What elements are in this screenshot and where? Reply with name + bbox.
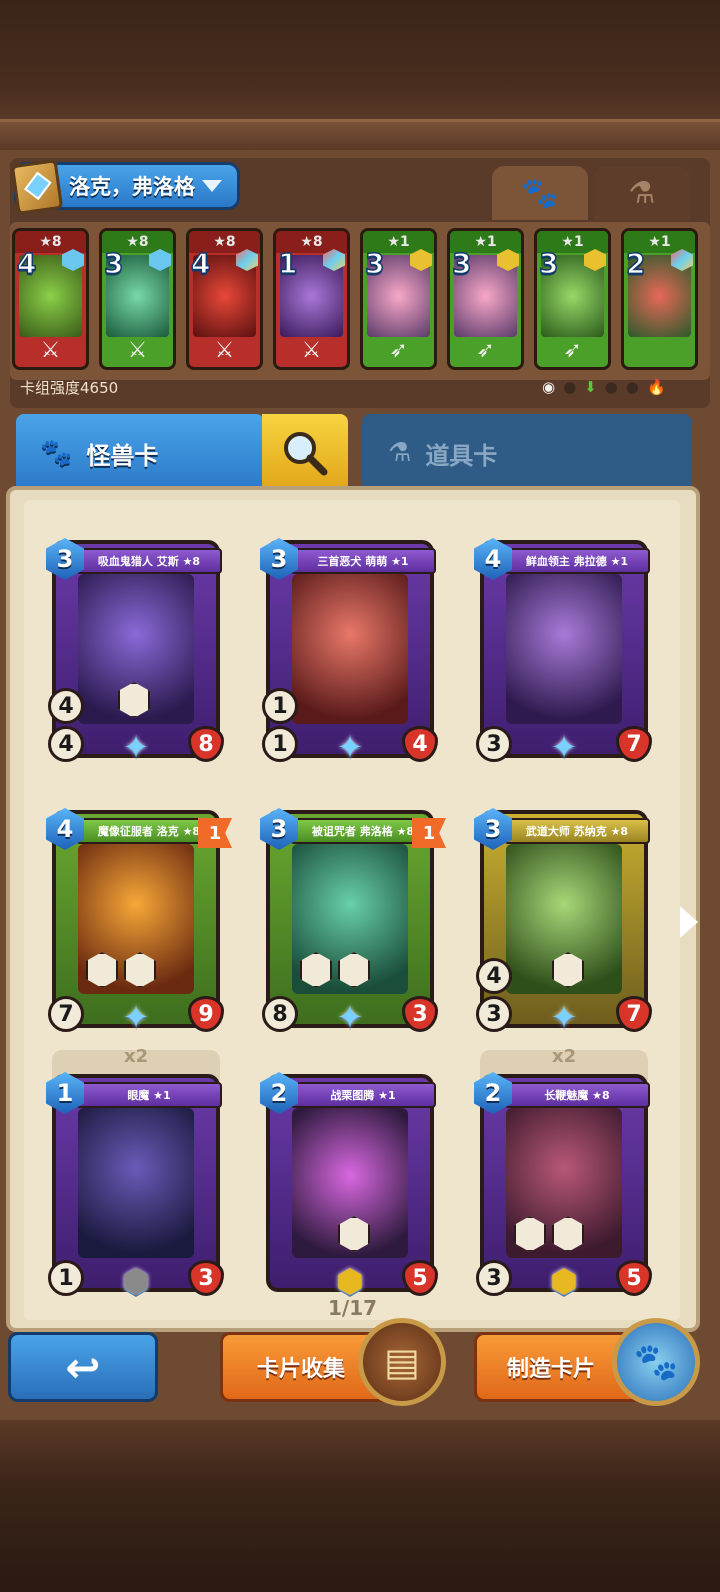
deck-filters: ◉ ● ⬇ ● ● 🔥 xyxy=(542,378,666,396)
attack-stat: 4 xyxy=(48,726,84,762)
speed-stat: 4 xyxy=(476,958,512,994)
card-art xyxy=(506,574,622,724)
deck-card[interactable]: ★1 3 ➶ xyxy=(447,228,524,370)
card-book-icon[interactable]: ▤ xyxy=(358,1318,446,1406)
attack-stat: 1 xyxy=(48,1260,84,1296)
monster-card[interactable]: 战栗图腾 ★1 2 5 ⬢ xyxy=(260,1072,438,1300)
card-art xyxy=(78,1108,194,1258)
tab-monster-deck[interactable]: 🐾 xyxy=(492,166,588,220)
attack-stat: 1 xyxy=(262,726,298,762)
card-count: x2 xyxy=(124,1046,149,1067)
attack-stat: 8 xyxy=(262,996,298,1032)
attack-stat: 3 xyxy=(476,726,512,762)
green-arrow-icon[interactable]: ⬇ xyxy=(584,378,597,396)
card-cost: 4 xyxy=(16,246,37,281)
deck-book-icon xyxy=(10,159,64,215)
bow-icon: ➶ xyxy=(476,338,495,363)
flask-icon: ⚗ xyxy=(628,175,656,211)
sword-icon: ⚔ xyxy=(214,338,235,363)
card-name: 三首恶犬 萌萌 ★1 xyxy=(290,548,436,574)
deck-card[interactable]: ★8 4 ⚔ xyxy=(12,228,89,370)
attack-stat: 7 xyxy=(48,996,84,1032)
sword-icon: ⚔ xyxy=(301,338,322,363)
bottom-wood-frame xyxy=(0,1420,720,1592)
wing-filter-icon[interactable]: ● xyxy=(626,378,639,396)
card-name: 吸血鬼猎人 艾斯 ★8 xyxy=(76,548,222,574)
sword-icon: ⚔ xyxy=(40,338,61,363)
card-cost: 4 xyxy=(190,246,211,281)
gold-gem-icon: ⬢ xyxy=(336,1262,364,1300)
top-wood-frame xyxy=(0,0,720,150)
sword-icon: ⚔ xyxy=(127,338,148,363)
monster-card[interactable]: 眼魔 ★1 1 1 3 ⬢ xyxy=(46,1072,224,1300)
page-indicator: 1/17 xyxy=(328,1296,378,1320)
card-cost: 3 xyxy=(451,246,472,281)
target-icon[interactable]: ◉ xyxy=(542,378,555,396)
card-cost: 3 xyxy=(103,246,124,281)
bow-icon: ➶ xyxy=(563,338,582,363)
collect-label: 卡片收集 xyxy=(257,1357,346,1382)
gold-gem-icon: ⬢ xyxy=(550,1262,578,1300)
deck-card[interactable]: ★8 3 ⚔ xyxy=(99,228,176,370)
next-page-arrow[interactable] xyxy=(680,906,698,938)
flask-icon: ⚗ xyxy=(388,438,412,468)
attack-stat: 3 xyxy=(476,1260,512,1296)
card-name: 武道大师 苏纳克 ★8 xyxy=(504,818,650,844)
card-name: 鲜血领主 弗拉德 ★1 xyxy=(504,548,650,574)
deck-card[interactable]: ★1 3 ➶ xyxy=(360,228,437,370)
card-cost: 3 xyxy=(538,246,559,281)
deck-name: 洛克，弗洛格 xyxy=(69,175,195,199)
card-cost: 1 xyxy=(277,246,298,281)
monster-card[interactable]: 吸血鬼猎人 艾斯 ★8 3 4 4 8 ✦ xyxy=(46,538,224,766)
deck-card[interactable]: ★1 2 xyxy=(621,228,698,370)
tab-item-cards[interactable]: ⚗ 道具卡 xyxy=(362,414,692,492)
monster-card[interactable]: 武道大师 苏纳克 ★8 3 4 3 7 ✦ xyxy=(474,808,652,1036)
card-count: x2 xyxy=(552,1046,577,1067)
tab-item-deck[interactable]: ⚗ xyxy=(594,166,690,220)
card-name: 战栗图腾 ★1 xyxy=(290,1082,436,1108)
back-button[interactable]: ↩ xyxy=(8,1332,158,1402)
attack-stat: 3 xyxy=(476,996,512,1032)
speed-stat: 1 xyxy=(262,688,298,724)
bow-icon: ➶ xyxy=(389,338,408,363)
star-gem-icon: ✦ xyxy=(336,998,364,1036)
paw-icon: 🐾 xyxy=(521,175,559,211)
speed-stat: 4 xyxy=(48,688,84,724)
chevron-down-icon[interactable] xyxy=(202,180,222,192)
star-gem-icon: ✦ xyxy=(550,728,578,766)
monster-card[interactable]: 长鞭魅魔 ★8 2 3 5 ⬢ xyxy=(474,1072,652,1300)
deck-card[interactable]: ★8 4 ⚔ xyxy=(186,228,263,370)
deck-strength: 卡组强度4650 xyxy=(20,379,119,397)
monster-card[interactable]: 三首恶犬 萌萌 ★1 3 1 1 4 ✦ xyxy=(260,538,438,766)
monster-card[interactable]: 被诅咒者 弗洛格 ★8 3 1 8 3 ✦ xyxy=(260,808,446,1036)
star-gem-icon: ✦ xyxy=(336,728,364,766)
card-name: 长鞭魅魔 ★8 xyxy=(504,1082,650,1108)
card-cost: 2 xyxy=(625,246,646,281)
deck-card[interactable]: ★1 3 ➶ xyxy=(534,228,611,370)
gray-gem-icon: ⬢ xyxy=(122,1262,150,1300)
star-gem-icon: ✦ xyxy=(550,998,578,1036)
monster-card[interactable]: 魔像征服者 洛克 ★8 4 1 7 9 ✦ xyxy=(46,808,232,1036)
star-gem-icon: ✦ xyxy=(122,728,150,766)
flame-icon[interactable]: 🔥 xyxy=(647,378,666,396)
back-arrow-icon: ↩ xyxy=(65,1342,101,1392)
horn-filter-icon[interactable]: ● xyxy=(605,378,618,396)
monster-card[interactable]: 鲜血领主 弗拉德 ★1 4 3 7 ✦ xyxy=(474,538,652,766)
card-name: 眼魔 ★1 xyxy=(76,1082,222,1108)
card-art xyxy=(292,574,408,724)
search-icon xyxy=(284,432,328,476)
tab-monster-cards[interactable]: 🐾 怪兽卡 xyxy=(16,414,264,492)
craft-label: 制造卡片 xyxy=(507,1357,596,1382)
paw-icon: 🐾 xyxy=(633,1342,679,1383)
paw-icon: 🐾 xyxy=(40,438,73,468)
star-gem-icon: ✦ xyxy=(122,998,150,1036)
book-glyph: ▤ xyxy=(384,1340,420,1384)
deck-card[interactable]: ★8 1 ⚔ xyxy=(273,228,350,370)
search-button[interactable] xyxy=(262,414,348,492)
potion-jar-icon[interactable]: 🐾 xyxy=(612,1318,700,1406)
tab-label: 道具卡 xyxy=(425,441,498,470)
tab-label: 怪兽卡 xyxy=(86,441,159,470)
card-cost: 3 xyxy=(364,246,385,281)
pawprint-filter-icon[interactable]: ● xyxy=(563,378,576,396)
